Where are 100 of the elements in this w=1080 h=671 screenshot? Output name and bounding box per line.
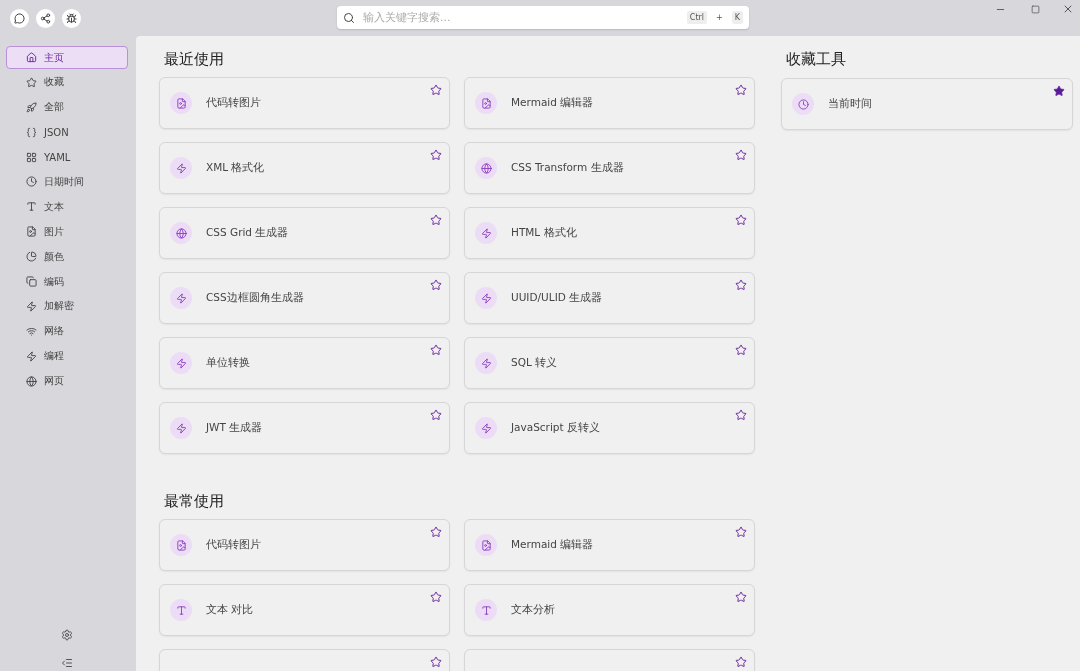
sidebar-item[interactable]: 编程	[6, 344, 128, 368]
tool-card[interactable]: 文本 对比	[159, 584, 450, 636]
star-icon[interactable]	[735, 526, 747, 538]
sidebar-item[interactable]: 网页	[6, 369, 128, 393]
tool-name: Mermaid 编辑器	[511, 96, 594, 110]
tool-card[interactable]: HTML 格式化	[464, 207, 755, 259]
home-icon	[26, 52, 37, 63]
tool-name: CSS Grid 生成器	[206, 226, 289, 240]
tool-card[interactable]: XML 格式化	[159, 142, 450, 194]
star-icon[interactable]	[735, 344, 747, 356]
tool-card[interactable]: 文本分析	[464, 584, 755, 636]
tool-card[interactable]: 代码转图片	[159, 519, 450, 571]
tool-name: 文本分析	[511, 603, 555, 617]
shortcut-key: K	[731, 11, 743, 24]
bug-icon[interactable]	[62, 8, 81, 28]
star-icon[interactable]	[430, 409, 442, 421]
star-icon[interactable]	[735, 409, 747, 421]
lightning-icon	[170, 352, 192, 374]
image-file-icon	[475, 534, 497, 556]
search-bar[interactable]: 输入关键字搜索... Ctrl + K	[337, 6, 749, 29]
tool-name: UUID/ULID 生成器	[511, 291, 603, 305]
copy-icon	[26, 276, 37, 287]
sidebar-item[interactable]: 图片	[6, 220, 128, 244]
star-icon[interactable]	[430, 656, 442, 668]
share-icon[interactable]	[36, 8, 55, 28]
image-file-icon	[170, 534, 192, 556]
star-icon[interactable]	[430, 84, 442, 96]
star-icon[interactable]	[735, 149, 747, 161]
pie-chart-icon	[26, 251, 37, 263]
sidebar-item[interactable]: 颜色	[6, 245, 128, 269]
star-icon[interactable]	[735, 591, 747, 603]
star-icon[interactable]	[430, 344, 442, 356]
lightning-icon	[475, 222, 497, 244]
rocket-icon	[26, 101, 37, 113]
star-icon[interactable]	[735, 656, 747, 668]
tool-card[interactable]: CSS边框圆角生成器	[159, 272, 450, 324]
lightning-icon	[475, 417, 497, 439]
globe-icon	[26, 375, 37, 387]
star-icon	[26, 76, 37, 88]
tool-name: JavaScript 反转义	[511, 421, 600, 435]
star-icon[interactable]	[735, 214, 747, 226]
tool-name: 文本 对比	[206, 603, 254, 617]
tool-name: Mermaid 编辑器	[511, 538, 594, 552]
tool-card[interactable]: JWT 生成器	[159, 402, 450, 454]
lightning-icon	[26, 350, 37, 362]
sidebar-item[interactable]: 日期时间	[6, 170, 128, 194]
tool-card[interactable]: CSS Transform 生成器	[464, 142, 755, 194]
sidebar-item[interactable]: 主页	[6, 46, 128, 69]
sidebar-item[interactable]: JSON	[6, 120, 128, 144]
tool-card[interactable]: SQL 转义	[464, 337, 755, 389]
star-icon[interactable]	[735, 84, 747, 96]
sidebar-item[interactable]: YAML	[6, 145, 128, 169]
settings-icon[interactable]	[61, 629, 73, 641]
clock-icon	[26, 176, 37, 188]
star-icon[interactable]	[430, 214, 442, 226]
tool-name: CSS Transform 生成器	[511, 161, 624, 175]
image-file-icon	[475, 92, 497, 114]
collapse-sidebar-icon[interactable]	[61, 657, 73, 669]
lightning-icon	[475, 352, 497, 374]
sidebar-item[interactable]: 文本	[6, 195, 128, 219]
sidebar-item[interactable]: 收藏	[6, 70, 128, 94]
tool-name: 代码转图片	[206, 96, 261, 110]
chat-icon[interactable]	[10, 8, 29, 28]
tool-card[interactable]: JavaScript 反转义	[464, 402, 755, 454]
search-icon	[343, 11, 355, 24]
tool-card[interactable]: 当前时间	[781, 78, 1073, 130]
search-field[interactable]: 输入关键字搜索...	[361, 10, 681, 25]
tool-card[interactable]: 单位转换	[159, 337, 450, 389]
sidebar-item[interactable]: 加解密	[6, 294, 128, 318]
star-icon[interactable]	[430, 279, 442, 291]
globe-icon	[170, 222, 192, 244]
text-icon	[26, 201, 37, 213]
tool-card[interactable]: UUID/ULID 生成器	[464, 272, 755, 324]
tool-name: HTML 格式化	[511, 226, 577, 240]
tool-name: SQL 转义	[511, 356, 558, 370]
star-icon[interactable]	[430, 591, 442, 603]
shortcut-key: Ctrl	[686, 11, 708, 24]
lightning-icon	[26, 300, 37, 312]
sidebar-item[interactable]: 全部	[6, 95, 128, 119]
sidebar-item[interactable]: 编码	[6, 270, 128, 293]
tool-name: JWT 生成器	[206, 421, 263, 435]
shortcut-key: +	[713, 11, 726, 24]
tool-name: 当前时间	[828, 97, 872, 111]
star-icon[interactable]	[1053, 85, 1065, 97]
tool-card[interactable]: CSS Grid 生成器	[159, 207, 450, 259]
sidebar-item[interactable]: 网络	[6, 319, 128, 343]
star-icon[interactable]	[735, 279, 747, 291]
lightning-icon	[475, 287, 497, 309]
braces-icon	[26, 126, 37, 138]
tool-card[interactable]: Mermaid 编辑器	[464, 77, 755, 129]
grid-icon	[26, 151, 37, 163]
wifi-icon	[26, 325, 37, 337]
star-icon[interactable]	[430, 526, 442, 538]
image-file-icon	[26, 226, 37, 238]
text-icon	[170, 599, 192, 621]
tool-card[interactable]: 代码转图片	[159, 77, 450, 129]
tool-card[interactable]: Mermaid 编辑器	[464, 519, 755, 571]
star-icon[interactable]	[430, 149, 442, 161]
tool-name: 单位转换	[206, 356, 250, 370]
lightning-icon	[170, 157, 192, 179]
